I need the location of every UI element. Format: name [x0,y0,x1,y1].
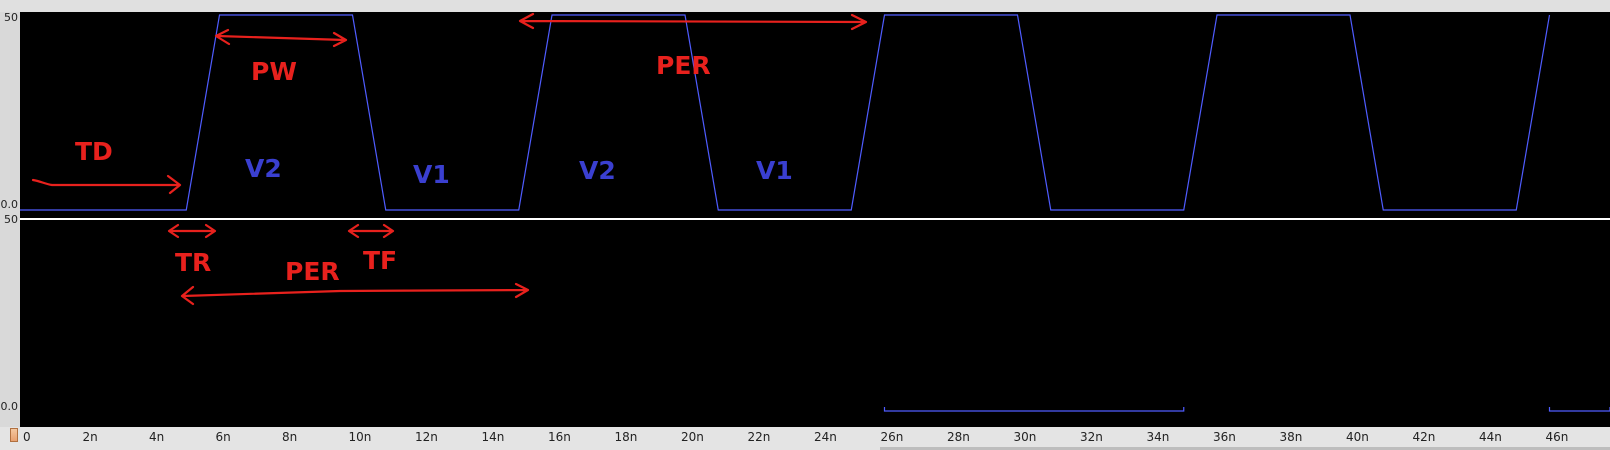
v2-label-second: V2 [579,156,616,185]
per-bottom-arrow [180,282,530,306]
per-bottom-label: PER [285,257,340,286]
td-arrow [31,174,182,195]
td-label: TD [75,137,113,166]
waveform-overlay: TD PW PER V2 V1 V2 V1 TR PER TF [20,12,1610,412]
tf-label: TF [363,246,397,275]
pw-label: PW [251,57,297,86]
tr-label: TR [175,248,211,277]
bottom-trace-segment [1548,407,1610,412]
tr-arrow [167,223,217,239]
per-top-label: PER [656,51,711,80]
v2-label-first: V2 [245,154,282,183]
v1-label-second: V1 [756,156,793,185]
v1-label-first: V1 [413,160,450,189]
tf-arrow [347,223,395,239]
per-top-arrow [518,12,868,31]
bottom-trace-segment [883,407,1185,412]
pw-arrow [214,28,348,48]
